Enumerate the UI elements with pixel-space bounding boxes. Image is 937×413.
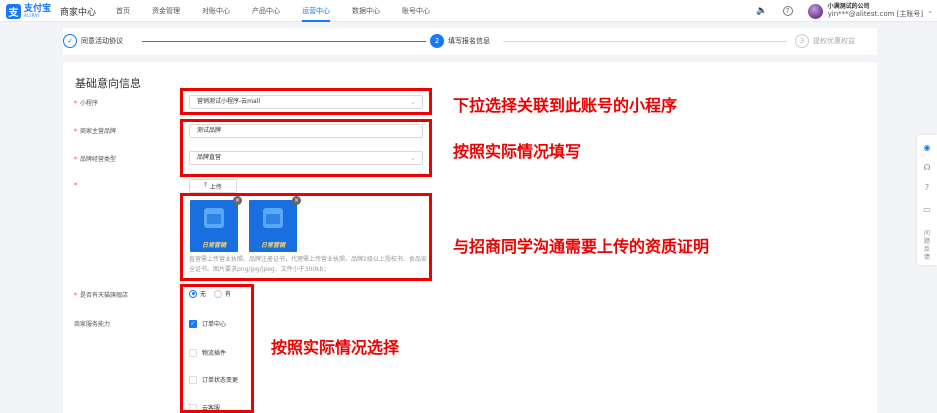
logo-en-text: ALIPAY [24, 12, 41, 18]
top-navigation-bar: 支 支付宝 ALIPAY 商家中心 首页 资金管理 对账中心 产品中心 运营中心… [0, 0, 937, 22]
annotation-brand: 按照实际情况填写 [453, 142, 582, 161]
upload-required-mark: * [74, 182, 77, 189]
app-title: 商家中心 [60, 8, 97, 18]
step-3-number: 3 [795, 34, 809, 48]
section-title: 基础意向信息 [75, 77, 141, 90]
step-3: 3 提权优惠权益 [795, 34, 855, 48]
alipay-logo-icon: 支 [6, 3, 21, 19]
nav-item-account[interactable]: 账号中心 [402, 0, 430, 22]
upload-button[interactable]: ⤒ 上传 [189, 179, 237, 193]
annotation-box-mini-program [180, 88, 432, 115]
feedback-icon[interactable]: ▭ [921, 203, 933, 215]
avatar[interactable] [807, 3, 823, 19]
help-doc-icon[interactable]: ? [921, 181, 933, 193]
nav-item-home[interactable]: 首页 [116, 0, 130, 22]
chevron-down-icon[interactable]: ⌄ [927, 7, 933, 15]
progress-steps: ✓ 同意活动协议 2 填写报名信息 3 提权优惠权益 [63, 28, 877, 55]
headset-icon[interactable]: ☊ [921, 161, 933, 173]
upload-button-label: 上传 [209, 183, 222, 191]
speaker-icon[interactable]: 🔈 [756, 5, 768, 17]
annotation-box-upload [180, 193, 432, 281]
step-connector-1 [142, 41, 426, 42]
brand-type-label: * 品牌经营类型 [74, 156, 117, 163]
step-2-number: 2 [430, 34, 444, 48]
nav-item-funds[interactable]: 资金管理 [152, 0, 180, 22]
step-3-label: 提权优惠权益 [813, 37, 855, 45]
user-info[interactable]: 小满测试的公司 yin***@alitest.com [主账号] [827, 3, 924, 19]
alipay-logo[interactable]: 支 支付宝 ALIPAY [6, 3, 51, 19]
brand-label: * 商家主营品牌 [74, 128, 117, 135]
nav-item-reconciliation[interactable]: 对账中心 [202, 0, 230, 22]
user-email: yin***@alitest.com [主账号] [827, 10, 924, 19]
feedback-label[interactable]: 问 题 反 馈 [922, 230, 932, 262]
nav-item-operations[interactable]: 运营中心 [302, 0, 330, 22]
step-2-label: 填写报名信息 [448, 37, 490, 45]
step-connector-2 [503, 41, 787, 42]
mini-program-label: * 小程序 [74, 100, 99, 107]
help-icon[interactable]: ? [782, 5, 794, 17]
annotation-box-services [180, 284, 254, 413]
robot-assistant-icon[interactable]: ◉ [921, 141, 933, 153]
step-1-label: 同意活动协议 [81, 37, 123, 45]
check-icon: ✓ [63, 34, 77, 48]
nav-item-data[interactable]: 数据中心 [352, 0, 380, 22]
service-label: 商家服务能力 [74, 321, 111, 328]
step-1: ✓ 同意活动协议 [63, 34, 123, 48]
nav-item-products[interactable]: 产品中心 [252, 0, 280, 22]
tmall-label: * 是否有天猫旗舰店 [74, 292, 129, 299]
annotation-mini-program: 下拉选择关联到此账号的小程序 [453, 96, 678, 115]
upload-icon: ⤒ [204, 182, 207, 189]
step-2: 2 填写报名信息 [430, 34, 490, 48]
side-toolbar: ◉ ☊ ? ▭ 问 题 反 馈 [917, 135, 937, 265]
annotation-services: 按照实际情况选择 [271, 338, 400, 357]
main-nav: 首页 资金管理 对账中心 产品中心 运营中心 数据中心 账号中心 [116, 0, 452, 22]
annotation-upload: 与招商同学沟通需要上传的资质证明 [453, 237, 710, 256]
annotation-box-brand [180, 119, 432, 177]
